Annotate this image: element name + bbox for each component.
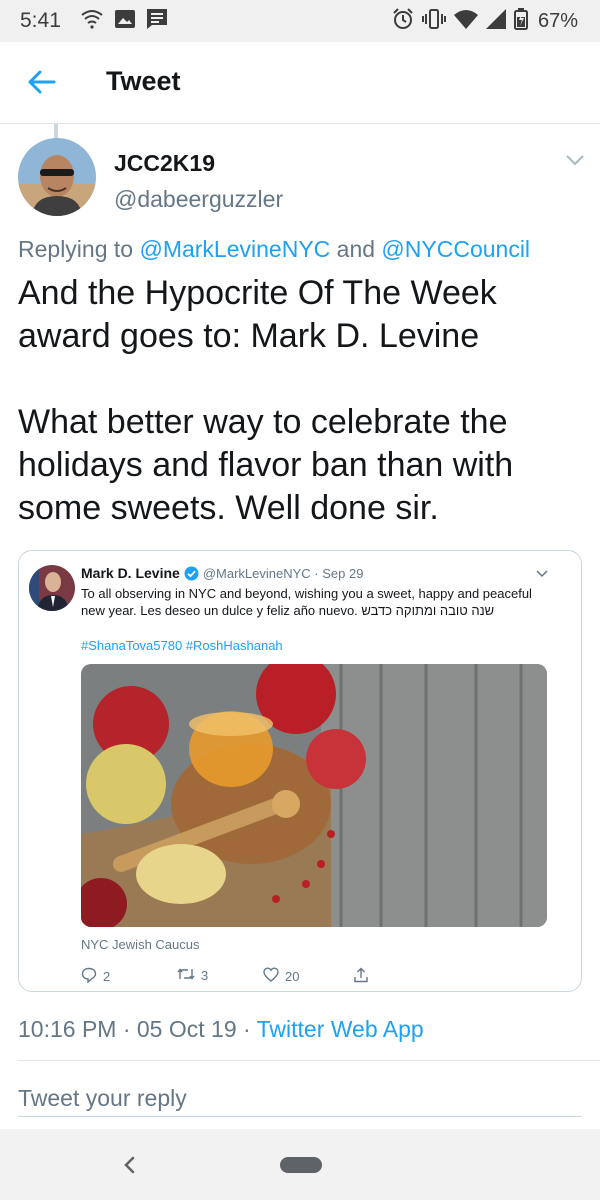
vibrate-icon [421, 8, 446, 35]
retweet-button[interactable]: 3 [177, 967, 208, 984]
replying-joiner: and [330, 236, 382, 262]
quoted-text: To all observing in NYC and beyond, wish… [81, 586, 532, 618]
like-count: 20 [285, 968, 300, 984]
tweet-text-paragraph: What better way to celebrate the holiday… [18, 403, 514, 527]
quoted-header: Mark D. Levine @MarkLevineNYC · Sep 29 [81, 565, 363, 581]
heart-icon [263, 967, 279, 985]
quoted-tweet-card[interactable]: Mark D. Levine @MarkLevineNYC · Sep 29 T… [18, 550, 582, 992]
status-time: 5:41 [20, 9, 61, 32]
retweet-count: 3 [201, 968, 209, 983]
quoted-hashtags[interactable]: #ShanaTova5780 #RoshHashanah [81, 638, 283, 653]
tweet-text: And the Hypocrite Of The Week award goes… [18, 272, 584, 530]
source-app-link[interactable]: Twitter Web App [257, 1016, 424, 1042]
chevron-down-icon [535, 567, 549, 584]
chevron-left-icon [118, 1156, 142, 1181]
page-title: Tweet [106, 66, 181, 96]
share-icon [353, 967, 369, 986]
user-handle[interactable]: @dabeerguzzler [114, 186, 283, 213]
system-home-pill[interactable] [280, 1157, 322, 1173]
quoted-photo[interactable] [81, 664, 547, 927]
battery-icon [513, 8, 528, 35]
verified-badge-icon [184, 566, 199, 581]
system-nav-bar [0, 1129, 600, 1200]
reply-count: 2 [103, 969, 111, 984]
signal-icon [485, 9, 506, 34]
retweet-icon [177, 967, 195, 984]
app-header: Tweet [0, 42, 600, 124]
avatar[interactable] [18, 138, 96, 216]
display-name[interactable]: JCC2K19 [114, 150, 215, 177]
alarm-icon [392, 8, 414, 35]
wifi-question-icon [80, 8, 104, 35]
reply-button[interactable]: 2 [81, 967, 110, 986]
message-icon [146, 8, 168, 35]
status-bar: 5:41 67% [0, 0, 600, 42]
quoted-action-bar: 2 3 20 [81, 967, 381, 985]
mention-link[interactable]: @MarkLevineNYC [139, 236, 330, 262]
quoted-handle[interactable]: @MarkLevineNYC · Sep 29 [203, 566, 364, 581]
quoted-source[interactable]: NYC Jewish Caucus [81, 937, 200, 952]
timestamp-text: 10:16 PM · 05 Oct 19 · [18, 1016, 257, 1042]
reply-composer [0, 1061, 600, 1129]
quoted-menu-button[interactable] [535, 567, 549, 579]
reply-input[interactable] [18, 1081, 582, 1117]
like-button[interactable]: 20 [263, 967, 299, 985]
image-icon [114, 9, 136, 34]
quoted-display-name[interactable]: Mark D. Levine [81, 565, 180, 581]
replying-to: Replying to @MarkLevineNYC and @NYCCounc… [18, 236, 530, 263]
system-back-button[interactable] [118, 1153, 142, 1177]
reply-icon [81, 967, 97, 986]
battery-percent: 67% [537, 10, 578, 32]
share-button[interactable] [353, 967, 369, 986]
arrow-left-icon [28, 70, 56, 99]
tweet-text-paragraph: And the Hypocrite Of The Week award goes… [18, 274, 497, 355]
wifi-icon [453, 9, 478, 34]
chevron-down-icon [562, 155, 588, 174]
tweet-menu-button[interactable] [562, 150, 588, 170]
thread-connector-line [54, 124, 58, 138]
replying-prefix: Replying to [18, 236, 140, 262]
mention-link[interactable]: @NYCCouncil [381, 236, 530, 262]
status-system-icons: 67% [392, 8, 578, 35]
back-button[interactable] [22, 64, 62, 104]
quoted-avatar[interactable] [29, 565, 75, 611]
status-notification-icons [80, 8, 168, 35]
tweet-timestamp: 10:16 PM · 05 Oct 19 · Twitter Web App [18, 1016, 424, 1043]
